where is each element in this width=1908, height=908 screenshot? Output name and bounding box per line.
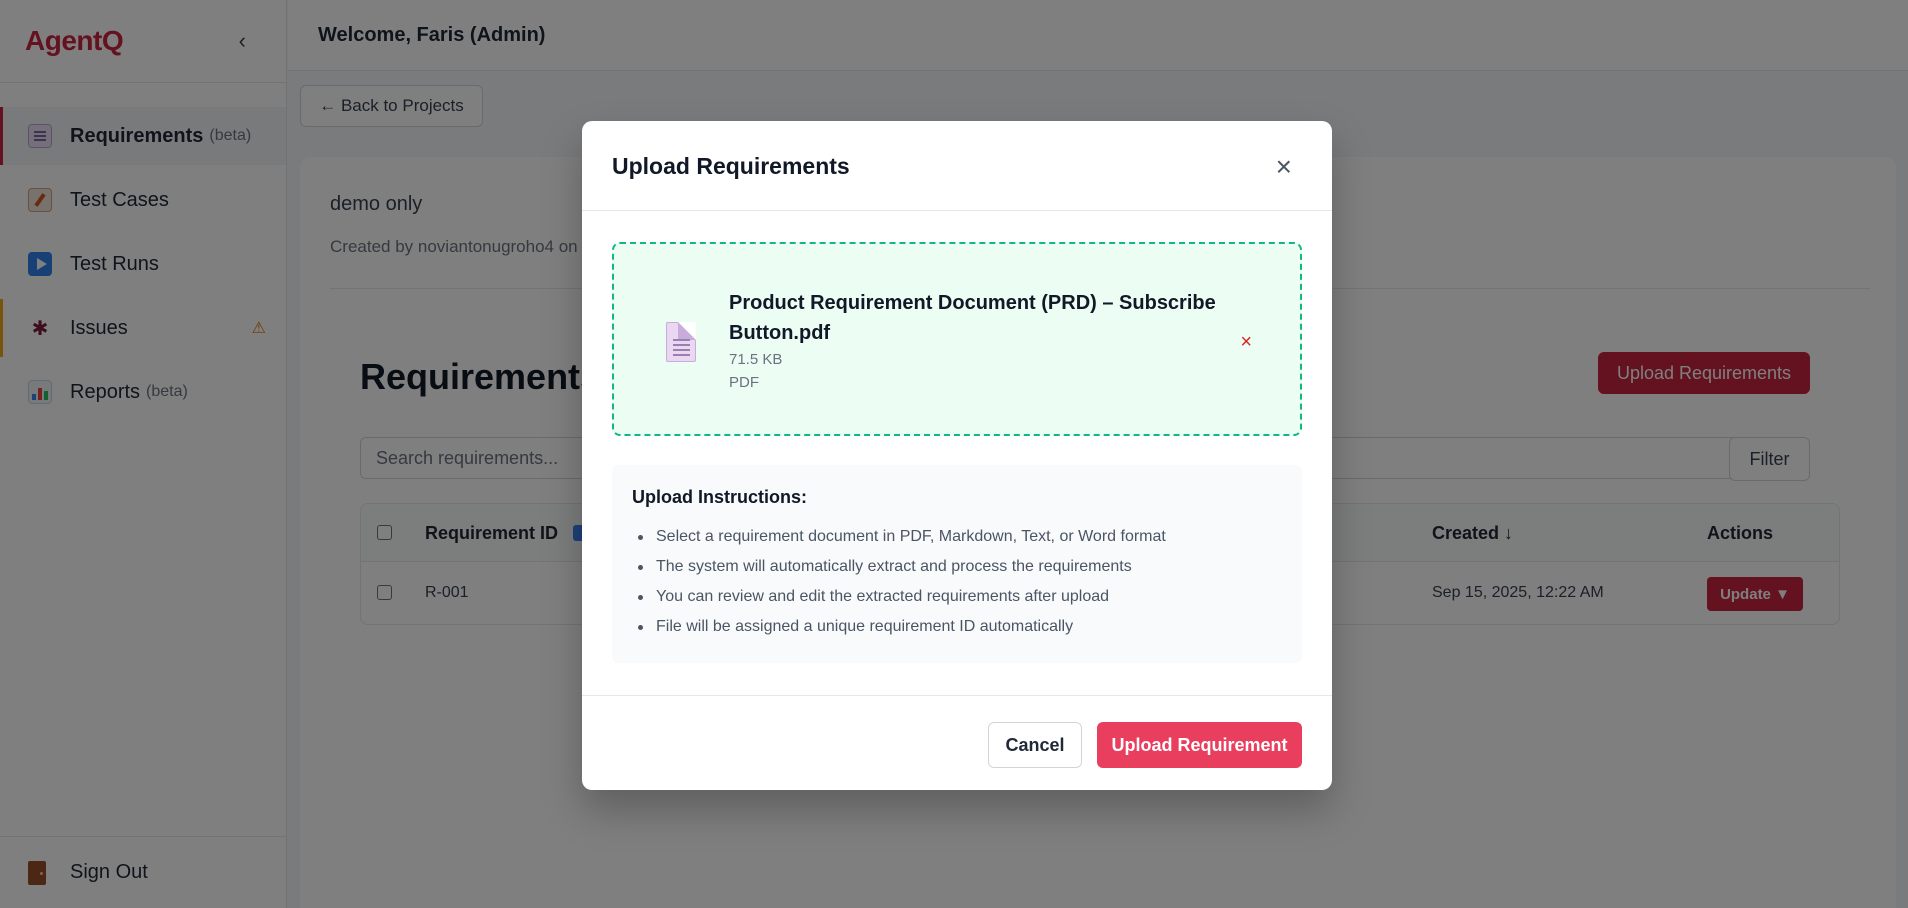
cancel-button[interactable]: Cancel — [988, 722, 1082, 768]
modal-footer: Cancel Upload Requirement — [582, 695, 1332, 790]
list-item: Select a requirement document in PDF, Ma… — [638, 522, 1282, 552]
modal-title: Upload Requirements — [612, 153, 850, 179]
instructions-list: Select a requirement document in PDF, Ma… — [632, 522, 1282, 642]
list-item: File will be assigned a unique requireme… — [638, 612, 1282, 642]
upload-instructions: Upload Instructions: Select a requiremen… — [612, 465, 1302, 663]
file-icon — [666, 322, 696, 362]
file-name: Product Requirement Document (PRD) – Sub… — [729, 292, 1216, 344]
list-item: You can review and edit the extracted re… — [638, 582, 1282, 612]
close-icon[interactable]: × — [1276, 153, 1292, 181]
instructions-title: Upload Instructions: — [632, 487, 807, 507]
remove-file-icon[interactable]: × — [1240, 331, 1252, 354]
file-type: PDF — [729, 374, 759, 391]
upload-requirements-modal: Upload Requirements × Product Requiremen… — [582, 121, 1332, 790]
list-item: The system will automatically extract an… — [638, 552, 1282, 582]
modal-header: Upload Requirements × — [582, 121, 1332, 211]
upload-requirement-button[interactable]: Upload Requirement — [1097, 722, 1302, 768]
file-size: 71.5 KB — [729, 351, 783, 368]
file-dropzone[interactable]: Product Requirement Document (PRD) – Sub… — [612, 242, 1302, 436]
